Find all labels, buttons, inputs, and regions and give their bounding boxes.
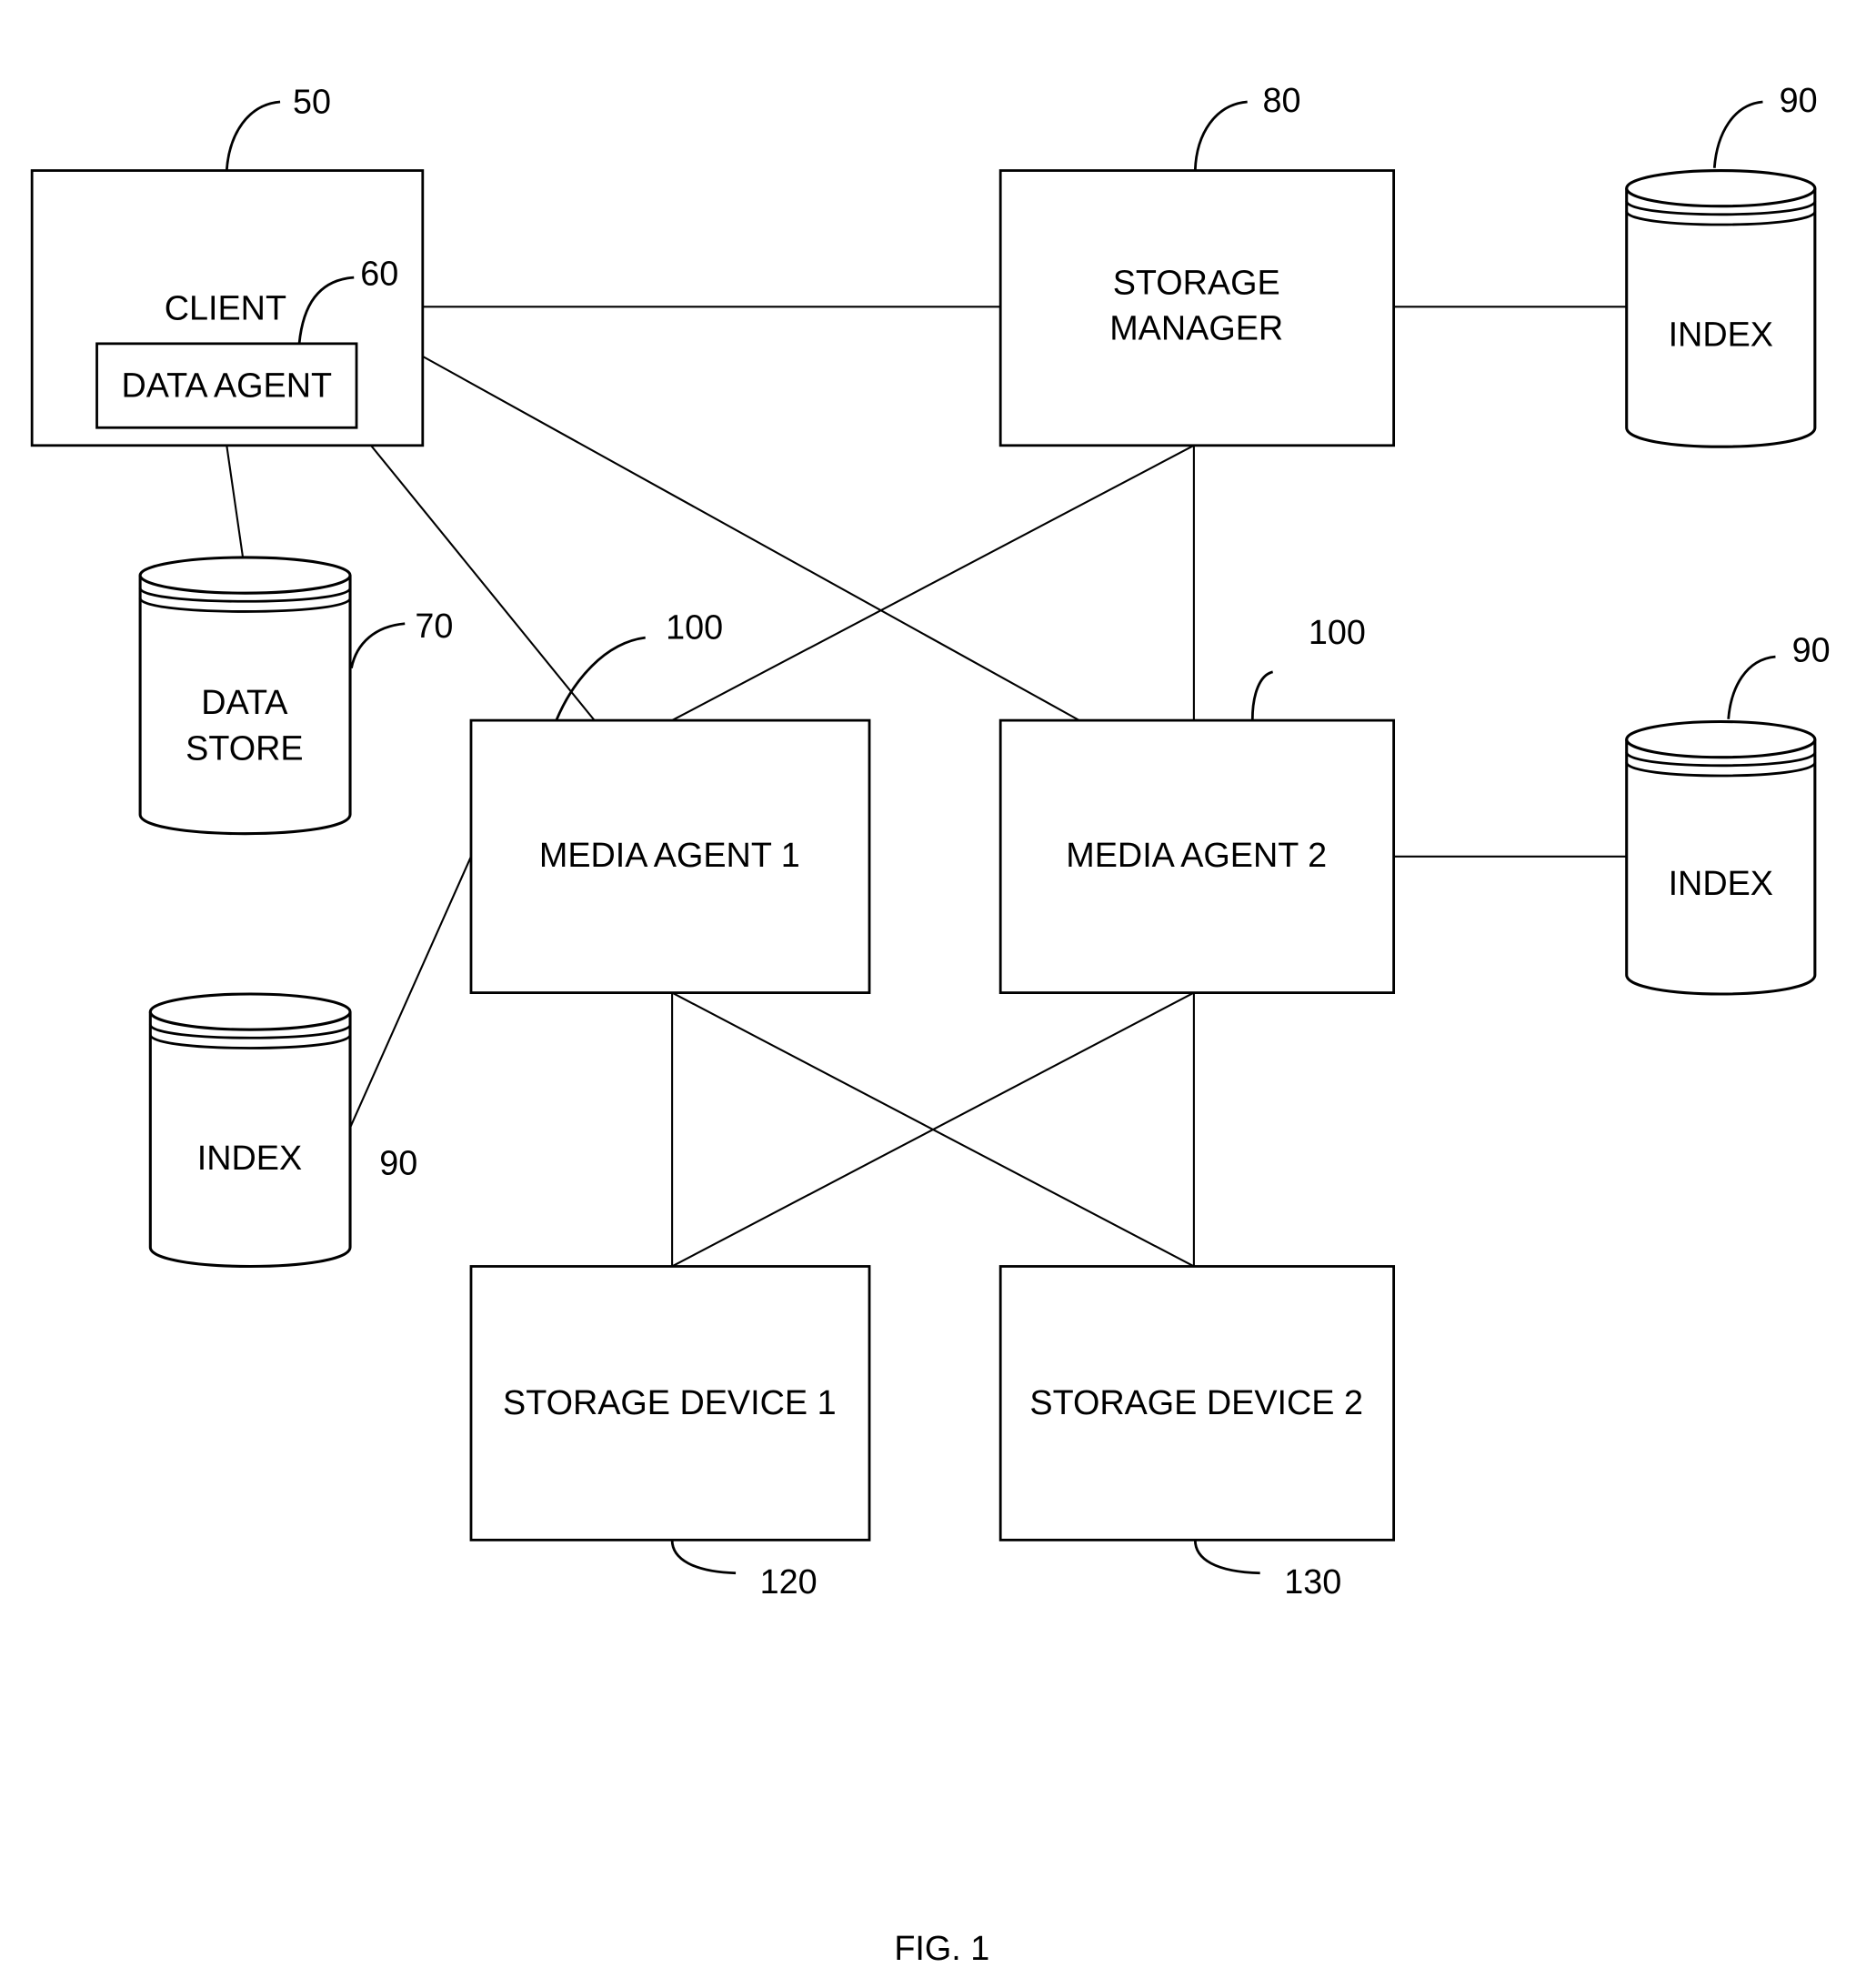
media-agent-1-label: MEDIA AGENT 1 <box>539 837 800 875</box>
storage-device-1-label: STORAGE DEVICE 1 <box>503 1384 837 1422</box>
client-ref: 50 <box>293 84 331 122</box>
index-top-label: INDEX <box>1669 316 1773 355</box>
connection-data-agent-media-agent-1 <box>356 427 596 721</box>
media-agent-1-node[interactable]: MEDIA AGENT 1 100 <box>469 609 871 994</box>
index-left-node[interactable]: INDEX 90 <box>148 992 417 1268</box>
index-mid-ref: 90 <box>1792 632 1831 670</box>
data-store-label-line1: DATA <box>201 684 288 722</box>
diagram-canvas: CLIENT 50 DATA AGENT 60 DATA STORE 70 ST… <box>30 82 1831 1968</box>
connection-storage-manager-media-agent-1 <box>671 444 1195 722</box>
index-mid-node[interactable]: INDEX 90 <box>1625 632 1831 996</box>
index-top-node[interactable]: INDEX 90 <box>1625 82 1818 448</box>
storage-device-2-label: STORAGE DEVICE 2 <box>1029 1384 1363 1422</box>
storage-manager-label-line2: MANAGER <box>1109 310 1283 348</box>
data-store-node[interactable]: DATA STORE 70 <box>138 556 453 836</box>
media-agent-2-node[interactable]: MEDIA AGENT 2 100 <box>998 614 1396 994</box>
data-agent-label: DATA AGENT <box>122 367 333 406</box>
connections <box>226 306 1627 1268</box>
storage-manager-ref: 80 <box>1262 82 1300 120</box>
connection-client-data-store <box>226 445 245 560</box>
client-label: CLIENT <box>165 289 286 327</box>
index-left-label: INDEX <box>197 1140 302 1178</box>
data-agent-ref: 60 <box>360 255 398 293</box>
storage-manager-label-line1: STORAGE <box>1113 264 1280 302</box>
media-agent-1-ref: 100 <box>666 609 723 648</box>
storage-device-1-node[interactable]: STORAGE DEVICE 1 120 <box>469 1265 871 1601</box>
data-store-ref: 70 <box>415 607 453 646</box>
storage-device-2-ref: 130 <box>1284 1563 1341 1601</box>
index-left-ref: 90 <box>379 1145 417 1183</box>
media-agent-2-label: MEDIA AGENT 2 <box>1066 837 1327 875</box>
connection-client-media-agent-2 <box>422 355 1080 722</box>
storage-manager-node[interactable]: STORAGE MANAGER 80 <box>998 82 1396 447</box>
data-store-label-line2: STORE <box>186 729 303 768</box>
index-top-ref: 90 <box>1780 82 1818 120</box>
media-agent-2-ref: 100 <box>1309 614 1366 652</box>
index-mid-label: INDEX <box>1669 865 1773 903</box>
storage-device-1-ref: 120 <box>760 1563 818 1601</box>
storage-device-2-node[interactable]: STORAGE DEVICE 2 130 <box>998 1265 1396 1601</box>
connection-media-agent-1-index <box>349 856 472 1129</box>
figure-caption: FIG. 1 <box>894 1930 989 1968</box>
